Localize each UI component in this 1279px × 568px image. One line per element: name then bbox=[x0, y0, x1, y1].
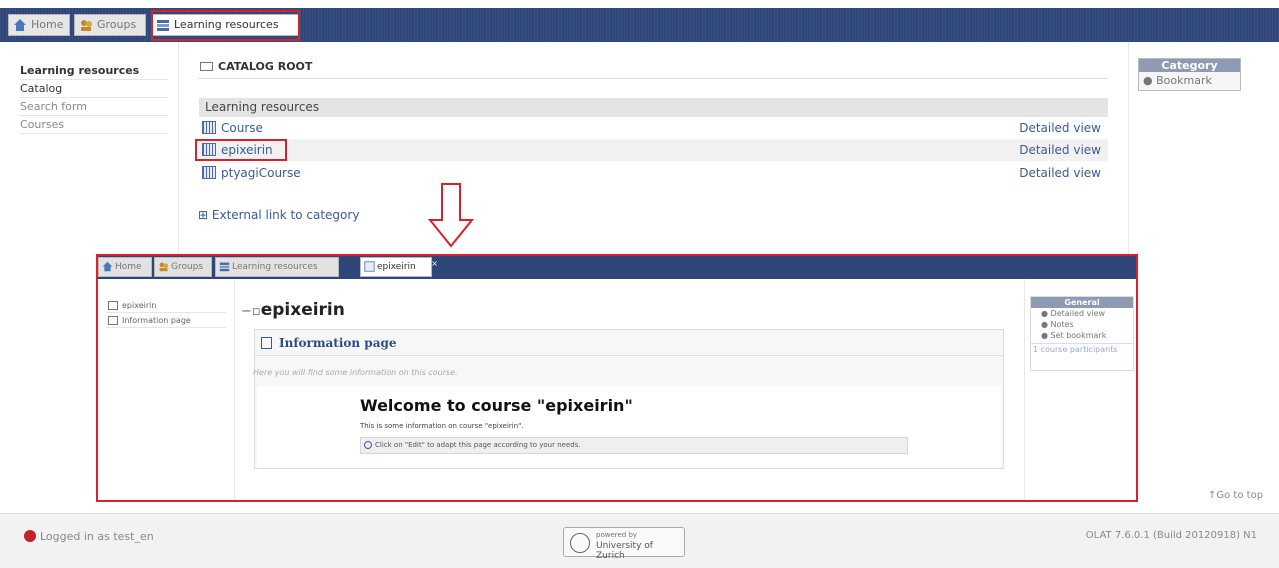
badge-line2: University of Zurich bbox=[596, 541, 653, 561]
learning-resources-header: Learning resources bbox=[199, 98, 1108, 117]
highlight-learning-resources-tab bbox=[151, 10, 300, 41]
left-navigation: Learning resources Catalog Search form C… bbox=[20, 62, 168, 134]
detailed-view-link[interactable]: Detailed view bbox=[1019, 162, 1101, 184]
category-panel: Category ● Bookmark bbox=[1138, 58, 1241, 91]
tab-groups-label: Groups bbox=[97, 18, 137, 31]
footer: Logged in as test_en powered by Universi… bbox=[0, 513, 1279, 568]
logged-in-status: Logged in as test_en bbox=[40, 530, 154, 543]
bullet-icon: ● bbox=[1143, 74, 1153, 87]
detailed-view-link[interactable]: Detailed view bbox=[1019, 117, 1101, 139]
badge-line1: powered by bbox=[596, 531, 638, 539]
category-panel-header: Category bbox=[1139, 59, 1240, 72]
catalog-row: epixeirin Detailed view bbox=[199, 139, 1108, 161]
left-nav-item-courses[interactable]: Courses bbox=[20, 116, 168, 134]
left-nav-item-catalog[interactable]: Catalog bbox=[20, 80, 168, 98]
folder-icon bbox=[200, 62, 213, 71]
external-link-to-category[interactable]: ⊞ External link to category bbox=[198, 208, 359, 222]
build-info: OLAT 7.6.0.1 (Build 20120918) N1 bbox=[1085, 530, 1257, 541]
catalog-root-label: CATALOG ROOT bbox=[218, 60, 313, 73]
highlight-epixeirin-row bbox=[195, 139, 287, 161]
home-icon bbox=[14, 19, 26, 31]
down-arrow-icon bbox=[428, 183, 474, 248]
left-nav-heading[interactable]: Learning resources bbox=[20, 62, 168, 80]
groups-icon bbox=[81, 20, 92, 31]
left-nav-item-search-form[interactable]: Search form bbox=[20, 98, 168, 116]
detailed-view-link[interactable]: Detailed view bbox=[1019, 139, 1101, 161]
catalog-item-link[interactable]: Course bbox=[221, 117, 263, 139]
external-link-label: External link to category bbox=[211, 208, 360, 222]
catalog-item-link[interactable]: ptyagiCourse bbox=[221, 162, 301, 184]
university-seal-icon bbox=[570, 533, 590, 553]
bookmark-label: Bookmark bbox=[1156, 74, 1212, 87]
highlight-course-preview bbox=[96, 254, 1138, 502]
tab-groups[interactable]: Groups bbox=[74, 14, 146, 36]
tab-home[interactable]: Home bbox=[8, 14, 70, 36]
catalog-divider bbox=[198, 78, 1108, 79]
go-to-top-label: Go to top bbox=[1216, 490, 1264, 501]
catalog-root-title: CATALOG ROOT bbox=[200, 60, 312, 73]
tab-home-label: Home bbox=[31, 18, 64, 31]
user-icon bbox=[24, 530, 36, 542]
book-icon bbox=[202, 166, 216, 179]
catalog-row: Course Detailed view bbox=[199, 117, 1108, 139]
book-icon bbox=[202, 121, 216, 134]
go-to-top-link[interactable]: ↑Go to top bbox=[1208, 490, 1263, 501]
catalog-row: ptyagiCourse Detailed view bbox=[199, 162, 1108, 184]
powered-by-badge[interactable]: powered by University of Zurich bbox=[563, 527, 685, 561]
bookmark-link[interactable]: ● Bookmark bbox=[1139, 72, 1240, 89]
link-bullet-icon: ⊞ bbox=[198, 208, 209, 222]
